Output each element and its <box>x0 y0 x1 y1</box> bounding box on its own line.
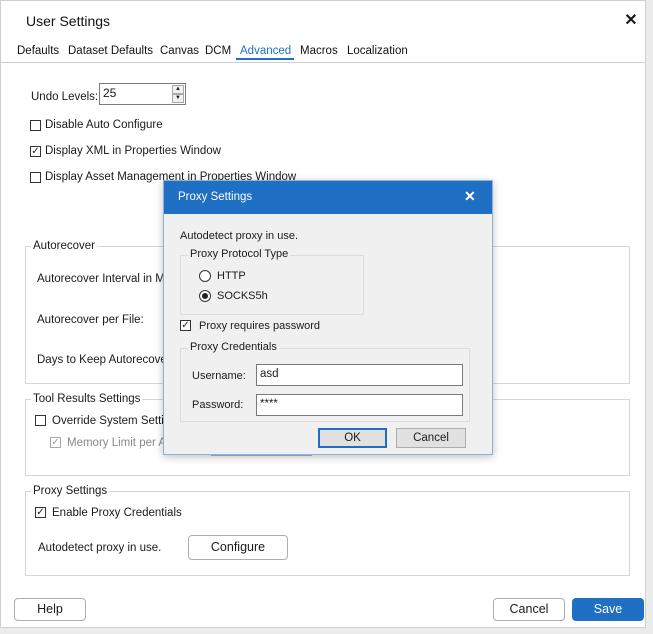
autorecover-per-file-label: Autorecover per File: <box>37 314 144 326</box>
tab-defaults[interactable]: Defaults <box>17 45 59 57</box>
tab-dataset-defaults[interactable]: Dataset Defaults <box>68 45 153 57</box>
dialog-ok-button[interactable]: OK <box>318 428 387 448</box>
window-edge-bottom <box>0 628 653 634</box>
spin-down-icon[interactable]: ▼ <box>172 94 184 103</box>
tab-macros[interactable]: Macros <box>300 45 338 57</box>
proxy-settings-group-title: Proxy Settings <box>31 485 110 497</box>
tab-localization[interactable]: Localization <box>347 45 408 57</box>
display-asset-checkbox[interactable] <box>30 172 41 183</box>
dialog-title: Proxy Settings <box>178 191 253 203</box>
proxy-requires-password-label: Proxy requires password <box>199 320 321 332</box>
undo-levels-stepper[interactable]: 25 ▲ ▼ <box>99 83 186 105</box>
days-to-keep-label: Days to Keep Autorecove <box>37 354 167 366</box>
radio-selected-dot <box>202 293 208 299</box>
tab-advanced[interactable]: Advanced <box>240 45 291 57</box>
autorecover-group-title: Autorecover <box>31 240 98 252</box>
cancel-button[interactable]: Cancel <box>493 598 565 621</box>
disable-auto-configure-checkbox[interactable] <box>30 120 41 131</box>
memory-limit-checkbox[interactable]: ✓ <box>50 437 61 448</box>
http-radio-label: HTTP <box>217 270 246 282</box>
http-radio[interactable] <box>199 270 211 282</box>
password-label: Password: <box>192 399 244 411</box>
tab-canvas[interactable]: Canvas <box>160 45 199 57</box>
window-edge-right <box>646 0 653 634</box>
display-xml-checkbox[interactable]: ✓ <box>30 146 41 157</box>
proxy-requires-password-checkbox[interactable]: ✓ <box>180 320 191 331</box>
tool-results-group-title: Tool Results Settings <box>31 393 143 405</box>
dialog-cancel-button[interactable]: Cancel <box>396 428 466 448</box>
enable-proxy-credentials-label: Enable Proxy Credentials <box>52 507 182 519</box>
memory-limit-label: Memory Limit per A <box>67 437 167 449</box>
dialog-close-icon[interactable]: ✕ <box>464 188 476 205</box>
tab-dcm[interactable]: DCM <box>205 45 231 57</box>
spin-up-icon[interactable]: ▲ <box>172 85 184 94</box>
display-xml-label: Display XML in Properties Window <box>45 145 221 157</box>
socks5h-radio-label: SOCKS5h <box>217 290 268 302</box>
autodetect-proxy-label: Autodetect proxy in use. <box>38 542 162 554</box>
proxy-settings-group <box>25 491 630 576</box>
save-button[interactable]: Save <box>572 598 644 621</box>
proxy-credentials-group-title: Proxy Credentials <box>188 341 279 353</box>
help-button[interactable]: Help <box>14 598 86 621</box>
protocol-type-group-title: Proxy Protocol Type <box>188 248 291 260</box>
proxy-settings-dialog: Proxy Settings ✕ Autodetect proxy in use… <box>163 180 493 455</box>
active-tab-indicator <box>236 58 294 60</box>
password-input[interactable]: **** <box>256 394 463 416</box>
window-title: User Settings <box>26 13 111 29</box>
configure-button[interactable]: Configure <box>188 535 288 560</box>
undo-levels-value: 25 <box>103 86 117 100</box>
undo-levels-label: Undo Levels: <box>31 91 99 103</box>
protocol-type-group <box>180 255 364 315</box>
username-input[interactable]: asd <box>256 364 463 386</box>
disable-auto-configure-label: Disable Auto Configure <box>45 119 163 131</box>
socks5h-radio[interactable] <box>199 290 211 302</box>
override-system-checkbox[interactable] <box>35 415 46 426</box>
close-icon[interactable]: ✕ <box>622 10 640 30</box>
enable-proxy-credentials-checkbox[interactable]: ✓ <box>35 507 46 518</box>
dialog-autodetect-label: Autodetect proxy in use. <box>180 230 299 242</box>
autorecover-interval-label: Autorecover Interval in M <box>37 273 165 285</box>
username-label: Username: <box>192 370 246 382</box>
override-system-label: Override System Settin <box>52 415 171 427</box>
